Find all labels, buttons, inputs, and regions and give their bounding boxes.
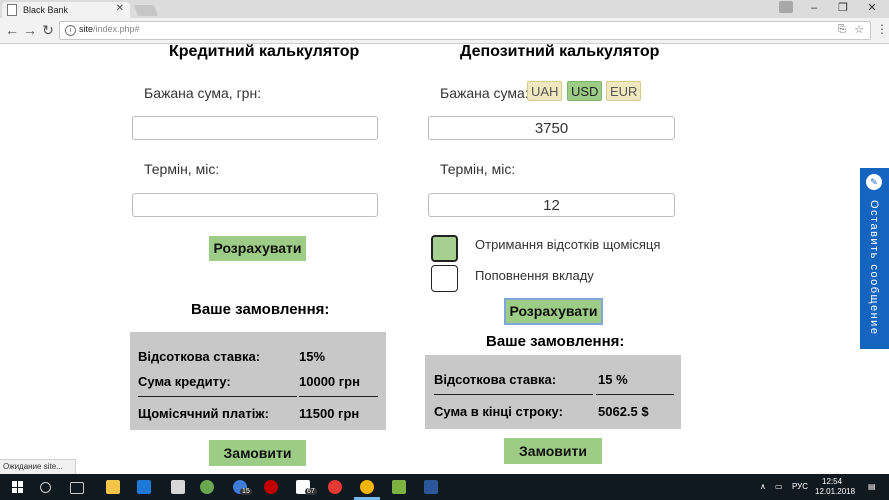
deposit-amount-label: Бажана сума: <box>440 85 529 101</box>
word-icon[interactable] <box>424 480 438 494</box>
network-icon[interactable]: ▭ <box>775 482 783 491</box>
notifications-icon[interactable]: ▤ <box>868 482 876 491</box>
topup-checkbox[interactable] <box>431 265 458 292</box>
file-explorer-icon[interactable] <box>106 480 120 494</box>
currency-usd-button[interactable]: USD <box>567 81 603 101</box>
notepad-icon[interactable] <box>392 480 406 494</box>
badge-count: 67 <box>305 488 317 495</box>
new-tab-button[interactable] <box>133 5 159 16</box>
deposit-calculator-title: Депозитний калькулятор <box>460 43 660 60</box>
reload-icon[interactable]: ↻ <box>40 21 56 39</box>
chat-bubble-icon: ✎ <box>866 174 882 190</box>
deposit-rate-key: Відсоткова ставка: <box>434 372 557 387</box>
tray-up-icon[interactable]: ∧ <box>760 482 766 491</box>
deposit-amount-input[interactable] <box>428 116 675 140</box>
browser-toolbar: ← → ↻ i site/index.php# ⎘ ☆ <box>0 18 889 44</box>
task-view-icon[interactable] <box>70 482 84 494</box>
window-close-button[interactable]: ✕ <box>857 0 887 16</box>
credit-amount-input[interactable] <box>132 116 378 140</box>
credit-order-table: Відсоткова ставка: 15% Сума кредиту: 100… <box>130 332 386 430</box>
deposit-order-table: Відсоткова ставка: 15 % Сума в кінці стр… <box>425 355 681 429</box>
divider <box>138 396 297 397</box>
browser-menu-icon[interactable]: ⋮ <box>876 22 888 36</box>
clock-time[interactable]: 12:54 <box>822 477 842 486</box>
url-text: site/index.php# <box>79 24 140 34</box>
divider <box>299 396 378 397</box>
search-icon[interactable] <box>40 482 51 493</box>
credit-payment-key: Щомісячний платіж: <box>138 406 269 421</box>
info-icon[interactable]: i <box>65 25 76 36</box>
deposit-total-value: 5062.5 $ <box>598 404 649 419</box>
tab-close-icon[interactable]: ✕ <box>116 3 124 14</box>
loading-status: Ожидание site... <box>0 459 76 475</box>
tab-strip: Black Bank ✕ – ❐ ✕ <box>0 0 889 18</box>
page-icon <box>7 4 17 16</box>
feedback-widget[interactable]: ✎ Оставить сообщение <box>860 168 889 349</box>
credit-sum-key: Сума кредиту: <box>138 374 231 389</box>
translate-icon[interactable]: ⎘ <box>838 24 846 35</box>
credit-order-button[interactable]: Замовити <box>209 440 306 466</box>
credit-term-label: Термін, міс: <box>144 161 220 177</box>
deposit-term-label: Термін, міс: <box>440 161 516 177</box>
topup-label: Поповнення вкладу <box>475 268 594 283</box>
feedback-widget-label: Оставить сообщение <box>868 200 880 336</box>
credit-rate-key: Відсоткова ставка: <box>138 349 261 364</box>
clock-date[interactable]: 12.01.2018 <box>815 487 855 496</box>
edge-browser-icon[interactable] <box>137 480 151 494</box>
monthly-interest-checkbox[interactable] <box>431 235 458 262</box>
credit-order-title: Ваше замовлення: <box>191 301 330 318</box>
deposit-calculate-button[interactable]: Розрахувати <box>504 298 603 325</box>
forward-arrow-icon[interactable]: → <box>22 21 38 39</box>
currency-uah-button[interactable]: UAH <box>527 81 563 101</box>
badge-count: 15 <box>240 488 252 495</box>
deposit-order-title: Ваше замовлення: <box>486 333 625 350</box>
address-bar[interactable]: i site/index.php# ⎘ ☆ <box>59 21 871 40</box>
app-icon[interactable] <box>200 480 214 494</box>
keyboard-language[interactable]: РУС <box>792 482 808 491</box>
tab-title: Black Bank <box>23 5 69 15</box>
chrome-icon[interactable] <box>360 480 374 494</box>
credit-calculator-title: Кредитний калькулятор <box>169 43 360 60</box>
back-arrow-icon[interactable]: ← <box>4 21 20 39</box>
user-profile-icon[interactable] <box>779 1 793 13</box>
deposit-order-button[interactable]: Замовити <box>504 438 602 464</box>
deposit-rate-value: 15 % <box>598 372 628 387</box>
yandex-browser-icon[interactable] <box>328 480 342 494</box>
divider <box>596 394 674 395</box>
divider <box>434 394 593 395</box>
windows-start-icon[interactable] <box>12 481 24 493</box>
credit-sum-value: 10000 грн <box>299 374 360 389</box>
taskbar: 15 67 ∧ ▭ РУС 12:54 12.01.2018 ▤ <box>0 474 889 500</box>
currency-eur-button[interactable]: EUR <box>606 81 642 101</box>
minimize-button[interactable]: – <box>799 0 829 16</box>
record-icon[interactable] <box>264 480 278 494</box>
credit-term-input[interactable] <box>132 193 378 217</box>
browser-tab[interactable]: Black Bank ✕ <box>2 2 130 18</box>
store-icon[interactable] <box>171 480 185 494</box>
credit-payment-value: 11500 грн <box>299 406 360 421</box>
maximize-button[interactable]: ❐ <box>828 0 858 16</box>
deposit-term-input[interactable] <box>428 193 675 217</box>
monthly-interest-label: Отримання відсотків щомісяця <box>475 237 661 252</box>
credit-rate-value: 15% <box>299 349 326 364</box>
deposit-total-key: Сума в кінці строку: <box>434 404 563 419</box>
credit-amount-label: Бажана сума, грн: <box>144 85 262 101</box>
bookmark-star-icon[interactable]: ☆ <box>854 23 864 36</box>
credit-calculate-button[interactable]: Розрахувати <box>209 236 306 261</box>
